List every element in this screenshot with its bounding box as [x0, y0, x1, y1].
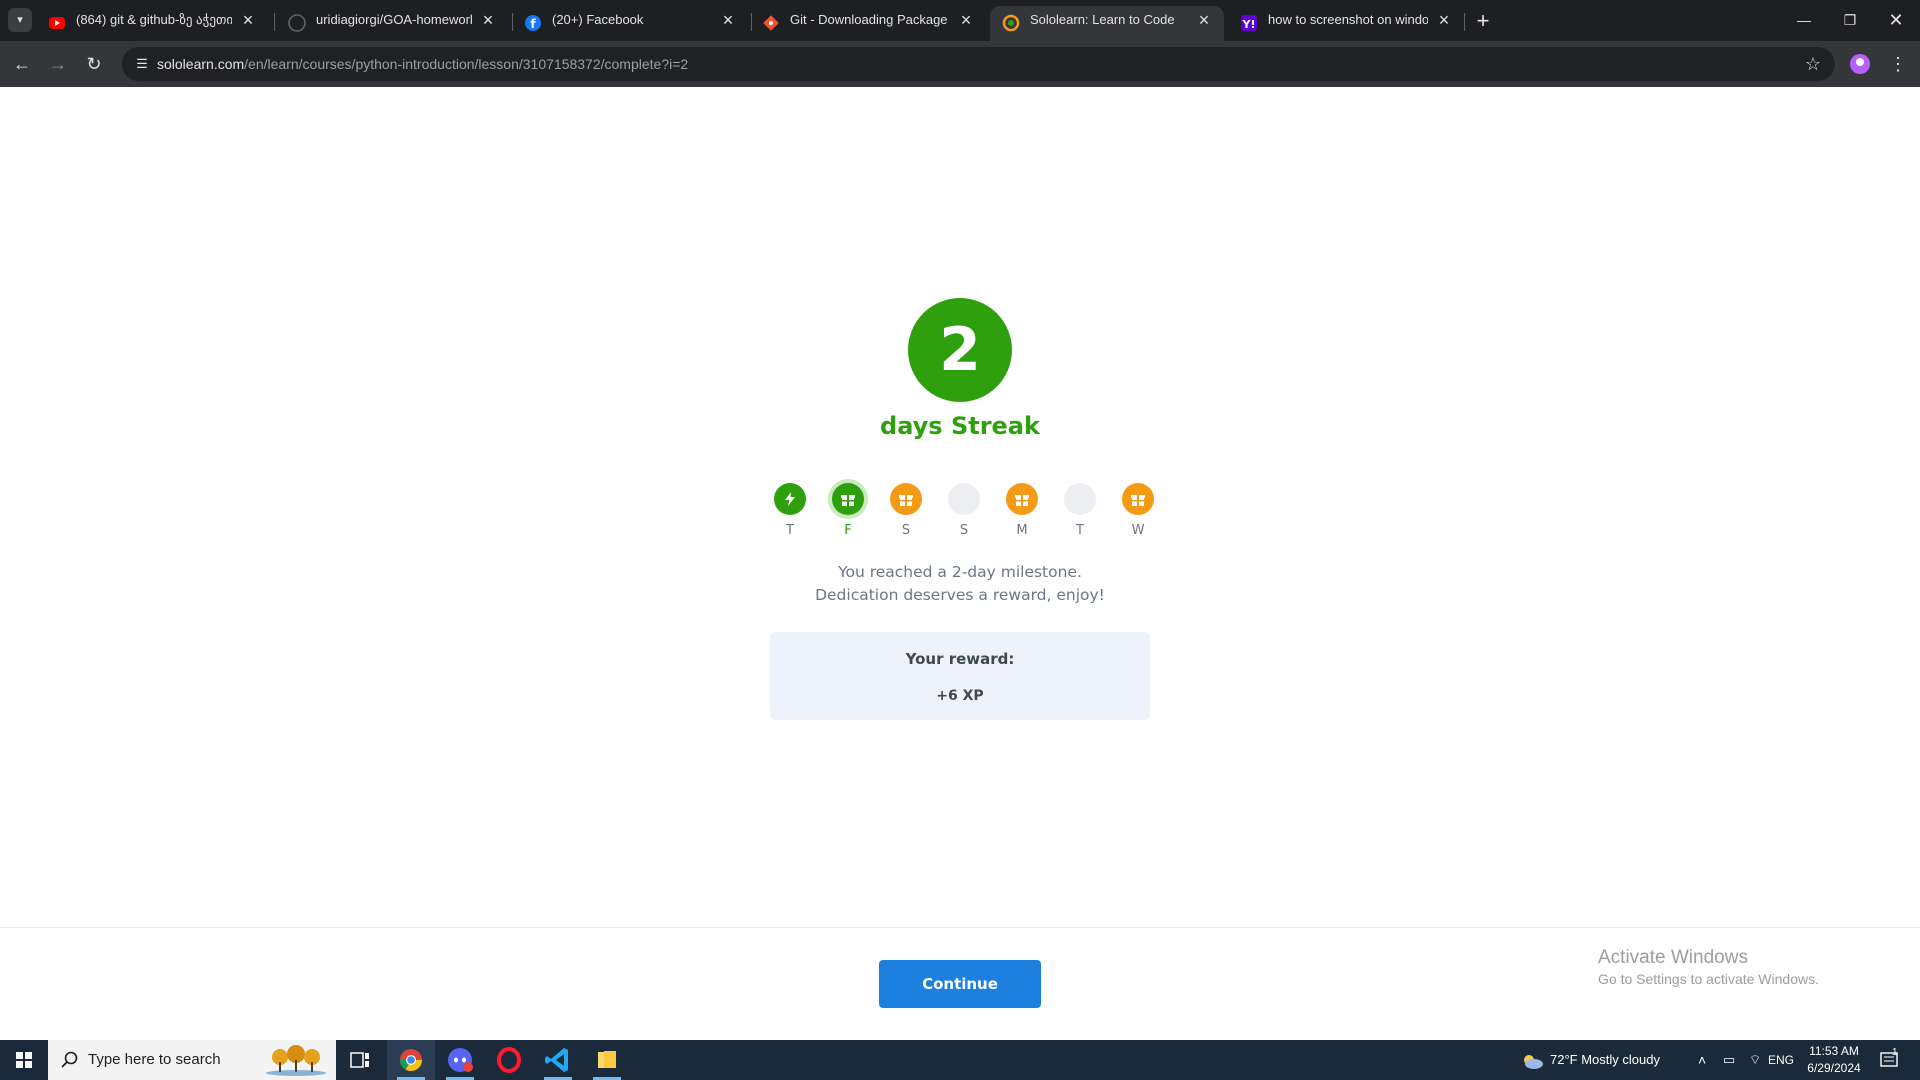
notification-center-icon[interactable]: 1 [1880, 1040, 1910, 1080]
reward-card: Your reward: +6 XP [770, 632, 1150, 720]
continue-button[interactable]: Continue [879, 960, 1041, 1008]
tab-git[interactable]: Git - Downloading Package × [750, 6, 986, 41]
reload-icon[interactable]: ↻ [80, 50, 108, 78]
facebook-icon: f [525, 15, 541, 31]
restore-icon[interactable]: ❐ [1827, 0, 1873, 41]
tab-title: uridiagiorgi/GOA-homeworks [316, 12, 472, 27]
milestone-line-2: Dedication deserves a reward, enjoy! [815, 586, 1105, 604]
tab-separator [1464, 13, 1465, 31]
tab-yahoo[interactable]: Y! how to screenshot on windows × [1228, 6, 1464, 41]
youtube-icon [49, 17, 65, 29]
day-letter: T [786, 523, 794, 538]
empty-day-dot [948, 483, 980, 515]
tab-title: how to screenshot on windows [1268, 12, 1428, 27]
clock-date: 6/29/2024 [1807, 1061, 1861, 1075]
activate-windows-watermark: Activate Windows Go to Settings to activ… [1598, 947, 1819, 987]
url-domain: sololearn.com [157, 56, 245, 72]
tab-search-chevron-icon[interactable]: ▾ [8, 8, 32, 32]
bookmark-star-icon[interactable]: ☆ [1801, 52, 1825, 76]
search-highlight-trees-icon [266, 1045, 326, 1076]
tab-close-icon[interactable]: × [718, 10, 738, 30]
network-icon[interactable]: ⌔ [1749, 1040, 1761, 1080]
gift-icon [1122, 483, 1154, 515]
gift-icon [1006, 483, 1038, 515]
tab-github[interactable]: uridiagiorgi/GOA-homeworks × [276, 6, 508, 41]
tab-title: Sololearn: Learn to Code [1030, 12, 1175, 27]
windows-taskbar: Type here to search 72°F Mostly cloudy ˄… [0, 1040, 1920, 1080]
svg-text:f: f [530, 17, 536, 31]
show-hidden-icons-chevron-icon[interactable]: ˄ [1698, 1040, 1706, 1080]
windows-start-icon[interactable] [0, 1040, 48, 1080]
chrome-taskbar-icon[interactable] [387, 1040, 435, 1080]
day-letter: F [844, 523, 852, 538]
weather-text: 72°F Mostly cloudy [1550, 1052, 1660, 1067]
empty-day-dot [1064, 483, 1096, 515]
site-info-icon[interactable]: ☰ [130, 52, 154, 76]
milestone-message: You reached a 2-day milestone. Dedicatio… [660, 561, 1260, 607]
day-letter: S [959, 523, 969, 538]
weather-widget[interactable]: 72°F Mostly cloudy [1520, 1040, 1660, 1080]
gift-icon [890, 483, 922, 515]
tab-separator [274, 13, 275, 31]
git-icon [763, 15, 779, 31]
forward-arrow-icon[interactable]: → [44, 50, 72, 78]
reward-value: +6 XP [936, 688, 984, 704]
day-letter: M [1016, 523, 1028, 538]
tab-close-icon[interactable]: × [1434, 10, 1454, 30]
tab-close-icon[interactable]: × [956, 10, 976, 30]
tab-youtube[interactable]: (864) git & github-ზე აჭეთიო × [36, 6, 268, 41]
opera-taskbar-icon[interactable] [485, 1040, 533, 1080]
url-text[interactable]: sololearn.com/en/learn/courses/python-in… [157, 47, 688, 81]
taskbar-search-placeholder: Type here to search [88, 1051, 221, 1068]
tab-facebook[interactable]: f (20+) Facebook × [512, 6, 748, 41]
taskbar-search-box[interactable]: Type here to search [48, 1040, 336, 1080]
streak-week-row: T F S S M T W [760, 483, 1160, 543]
sololearn-icon [1002, 14, 1020, 32]
address-bar[interactable]: ☰ sololearn.com/en/learn/courses/python-… [122, 47, 1835, 81]
close-window-icon[interactable]: ✕ [1873, 0, 1919, 41]
discord-taskbar-icon[interactable] [436, 1040, 484, 1080]
minimize-icon[interactable]: — [1781, 0, 1827, 41]
tab-close-icon[interactable]: × [1194, 10, 1214, 30]
tab-close-icon[interactable]: × [238, 10, 258, 30]
streak-label: days Streak [880, 412, 1040, 440]
gift-icon [832, 483, 864, 515]
notification-count: 1 [1892, 1047, 1898, 1058]
tab-title: (20+) Facebook [552, 12, 644, 27]
vscode-taskbar-icon[interactable] [534, 1040, 582, 1080]
file-explorer-taskbar-icon[interactable] [583, 1040, 631, 1080]
lightning-bolt-icon [774, 483, 806, 515]
browser-toolbar: ← → ↻ ☰ sololearn.com/en/learn/courses/p… [0, 41, 1920, 87]
tab-sololearn[interactable]: Sololearn: Learn to Code × [990, 6, 1224, 41]
day-letter: T [1076, 523, 1084, 538]
yahoo-icon: Y! [1241, 15, 1257, 31]
milestone-line-1: You reached a 2-day milestone. [838, 563, 1082, 581]
browser-tab-strip: ▾ (864) git & github-ზე აჭეთიო × uridiag… [0, 0, 1920, 41]
tab-close-icon[interactable]: × [478, 10, 498, 30]
watermark-title: Activate Windows [1598, 947, 1748, 968]
day-letter: W [1131, 523, 1145, 538]
streak-count-badge: 2 [908, 298, 1012, 402]
day-letter: S [901, 523, 911, 538]
new-tab-plus-icon[interactable]: + [1470, 8, 1496, 34]
footer-divider [0, 927, 1920, 928]
profile-avatar-icon[interactable] [1850, 54, 1870, 74]
reward-title: Your reward: [905, 650, 1015, 668]
tab-title: Git - Downloading Package [790, 12, 948, 27]
search-icon [61, 1051, 78, 1068]
watermark-subtitle: Go to Settings to activate Windows. [1598, 971, 1819, 987]
browser-menu-icon[interactable]: ⋮ [1888, 50, 1908, 78]
back-arrow-icon[interactable]: ← [8, 50, 36, 78]
clock-time: 11:53 AM [1809, 1044, 1859, 1058]
svg-text:Y!: Y! [1242, 18, 1256, 31]
taskbar-clock[interactable]: 11:53 AM 6/29/2024 [1800, 1043, 1868, 1077]
language-indicator[interactable]: ENG [1768, 1040, 1794, 1080]
tab-title: (864) git & github-ზე აჭეთიო [76, 12, 232, 27]
url-path: /en/learn/courses/python-introduction/le… [244, 56, 689, 72]
task-view-icon[interactable] [336, 1040, 384, 1080]
battery-icon[interactable]: ▭ [1723, 1040, 1735, 1080]
cloud-icon [1524, 1054, 1543, 1069]
github-icon [288, 14, 306, 32]
